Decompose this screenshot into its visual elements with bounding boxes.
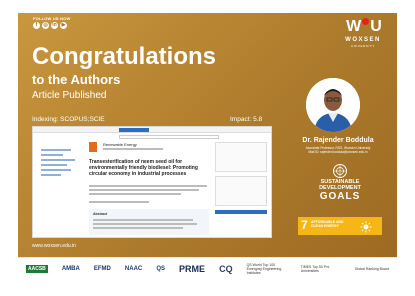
sdg-block: SUSTAINABLE DEVELOPMENT GOALS 7 AFFORDAB… (290, 163, 390, 235)
accreditation-footer: AACSB AMBA EFMD NAAC QS PRME CQ QS World… (18, 257, 397, 280)
follow-label: FOLLOW US NOW (33, 16, 71, 21)
headline-status: Article Published (32, 90, 107, 101)
sdg-goals: GOALS (319, 191, 361, 202)
article-action-button (215, 210, 267, 214)
author-name: Dr. Rajender Boddula (302, 137, 374, 144)
sdg-goal-text: AFFORDABLE AND CLEAN ENERGY (311, 220, 344, 228)
accreditation-logo: QS (156, 266, 165, 272)
citing-articles-box (215, 176, 267, 206)
abstract-label: Abstract (93, 212, 108, 216)
accreditation-logo: NAAC (124, 266, 143, 272)
article-authors-line (89, 189, 199, 191)
article-authors-line (89, 193, 181, 195)
ranking-badge: TIMES Top 50 Pvt. Universities (300, 265, 330, 273)
article-title: Transesterification of neem seed oil for… (89, 159, 198, 177)
accreditation-logo: PRME (179, 264, 206, 274)
brand-sub: UNIVERSITY (350, 44, 375, 48)
article-authors-line (89, 185, 207, 187)
journal-name: Renewable Energy (103, 142, 137, 147)
accreditation-logo: CQ (219, 264, 233, 274)
article-outline (41, 149, 81, 179)
recommended-articles-box (215, 142, 267, 172)
author-portrait-icon (306, 78, 360, 132)
accreditation-logo: EFMD (93, 266, 111, 272)
congratulations-poster: FOLLOW US NOW f ◎ in ▶ WU WOXSEN UNIVERS… (18, 13, 397, 257)
sdg-goal-number: 7 (301, 218, 308, 232)
brand-name: WOXSEN (345, 37, 381, 43)
facebook-icon[interactable]: f (33, 22, 40, 29)
abstract-line (93, 219, 193, 221)
abstract-line (93, 227, 183, 229)
linkedin-icon[interactable]: in (51, 22, 58, 29)
instagram-icon[interactable]: ◎ (42, 22, 49, 29)
social-links: f ◎ in ▶ (33, 22, 67, 29)
ranking-badge: QS World Top 100 Emerging Engineering In… (246, 263, 282, 275)
journal-meta-line (103, 148, 163, 150)
article-links-line (89, 201, 149, 203)
headline-title: Congratulations (32, 43, 216, 70)
author-email: Mail ID: rajender.boddula@woxsen.edu.in (308, 150, 368, 154)
youtube-icon[interactable]: ▶ (60, 22, 67, 29)
sdg-goal-card: 7 AFFORDABLE AND CLEAN ENERGY (298, 217, 382, 235)
author-photo (306, 78, 360, 132)
accreditation-logo: AACSB (26, 265, 48, 273)
journal-cover (89, 142, 97, 152)
woxsen-logo-mark: WU (346, 18, 382, 35)
article-search-bar (119, 135, 219, 139)
article-side-panel (215, 142, 267, 214)
website-url: www.woxsen.edu.in (32, 243, 76, 249)
sun-icon (360, 220, 372, 233)
indexing-label: Indexing: SCOPUS;SCIE (32, 116, 105, 123)
impact-label: Impact: 5.8 (230, 116, 263, 123)
woxsen-logo: WU WOXSEN UNIVERSITY (336, 18, 390, 52)
ranking-badge: Global Ranking Board (354, 267, 389, 271)
headline-subtitle: to the Authors (32, 72, 121, 87)
abstract-line (93, 223, 197, 225)
un-emblem-icon (332, 163, 348, 179)
accreditation-logo: AMBA (61, 266, 80, 272)
article-abstract: Abstract (89, 209, 209, 235)
article-topbar (33, 127, 271, 133)
article-screenshot: Renewable Energy Transesterification of … (32, 126, 272, 238)
